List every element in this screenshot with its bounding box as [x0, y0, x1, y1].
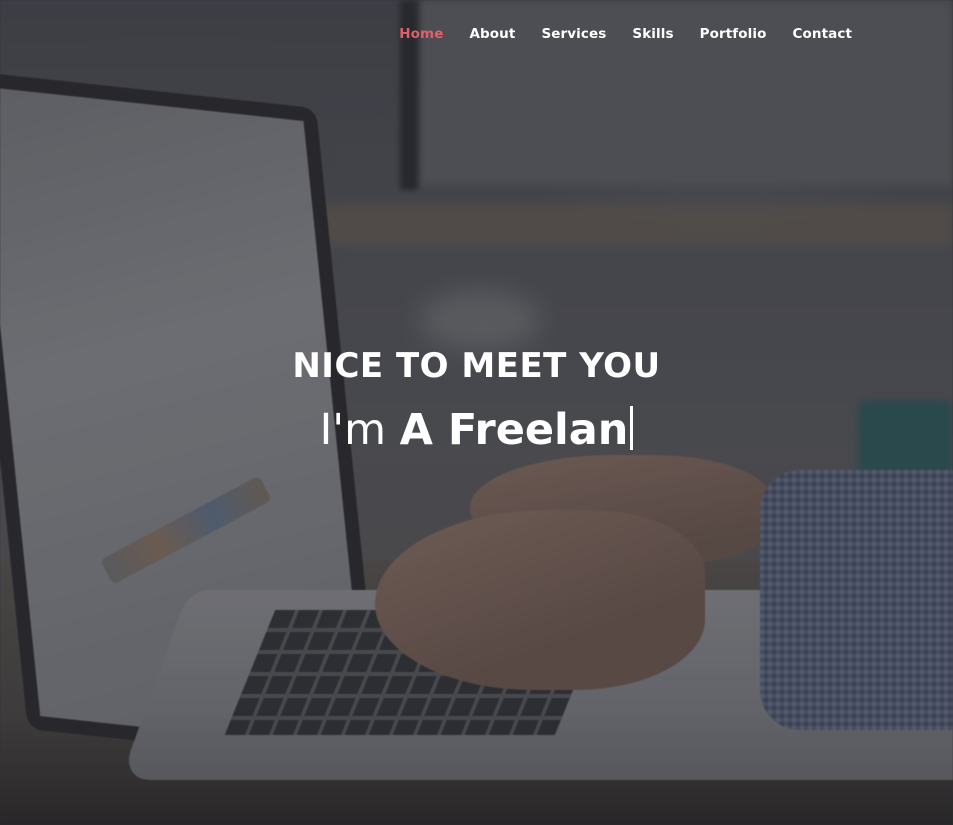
typing-cursor	[630, 406, 634, 450]
hero-headline: I'm A Freelan	[0, 400, 953, 460]
hero-section: NICE TO MEET YOU I'm A Freelan	[0, 340, 953, 460]
nav-link-home[interactable]: Home	[386, 25, 456, 43]
hero-intro-prefix: I'm	[319, 405, 386, 455]
nav-link-about[interactable]: About	[456, 25, 528, 43]
nav-link-skills[interactable]: Skills	[619, 25, 686, 43]
nav-link-portfolio[interactable]: Portfolio	[687, 25, 780, 43]
hero-greeting: NICE TO MEET YOU	[292, 346, 661, 386]
nav-link-contact[interactable]: Contact	[779, 25, 865, 43]
main-navigation: Home About Services Skills Portfolio Con…	[0, 0, 953, 70]
nav-link-services[interactable]: Services	[528, 25, 619, 43]
hero-typed-text: A Freelan	[399, 405, 629, 455]
